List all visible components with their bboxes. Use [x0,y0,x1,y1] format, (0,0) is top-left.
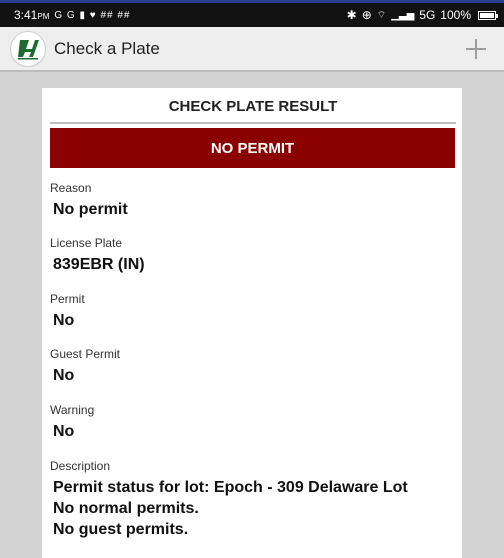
notification-icons: G G ▮ ♥ ## ## [54,9,131,21]
description-field: Description Permit status for lot: Epoch… [50,458,456,540]
result-card: CHECK PLATE RESULT NO PERMIT Reason No p… [42,88,462,558]
field-value: No [53,423,75,440]
field-value: No [53,367,75,384]
field-value: 839EBR (IN) [53,256,145,273]
field-label: Warning [50,403,95,417]
location-icon: ⊕ [361,8,372,22]
field-value: No [53,312,75,329]
result-title: CHECK PLATE RESULT [50,98,456,124]
field-label: Description [50,459,111,473]
field-label: Permit [50,292,85,306]
status-right: ✱ ⊕ ⌔ ▁▃▅ 5G 100% [346,8,498,22]
description-line: No guest permits. [53,521,189,538]
permit-field: Permit No [50,291,456,331]
field-label: License Plate [50,236,123,250]
guest-permit-field: Guest Permit No [50,346,456,386]
reason-field: Reason No permit [50,180,456,220]
network-type: 5G [419,8,436,22]
signal-icon: ▁▃▅ [391,9,415,21]
status-time: 3:41PM [14,8,49,22]
bluetooth-icon: ✱ [346,8,357,22]
time-text: 3:41 [14,8,38,22]
status-left: 3:41PM G G ▮ ♥ ## ## [14,8,131,22]
status-bar: 3:41PM G G ▮ ♥ ## ## ✱ ⊕ ⌔ ▁▃▅ 5G 100% [0,0,504,27]
description-line: No normal permits. [53,500,199,517]
battery-level: 100% [440,8,471,22]
ampm-text: PM [37,12,50,21]
battery-icon [478,10,498,20]
add-button[interactable] [462,35,490,63]
wifi-icon: ⌔ [376,9,387,21]
field-value: No permit [53,201,128,218]
add-icon [466,39,486,59]
field-label: Reason [50,181,92,195]
status-banner: NO PERMIT [50,128,455,168]
description-line: Permit status for lot: Epoch - 309 Delaw… [53,479,408,496]
app-title: Check a Plate [54,38,160,58]
license-plate-field: License Plate 839EBR (IN) [50,235,456,275]
app-bar: Check a Plate [0,27,504,72]
app-logo-icon [10,30,46,67]
field-label: Guest Permit [50,347,121,361]
warning-field: Warning No [50,402,456,442]
